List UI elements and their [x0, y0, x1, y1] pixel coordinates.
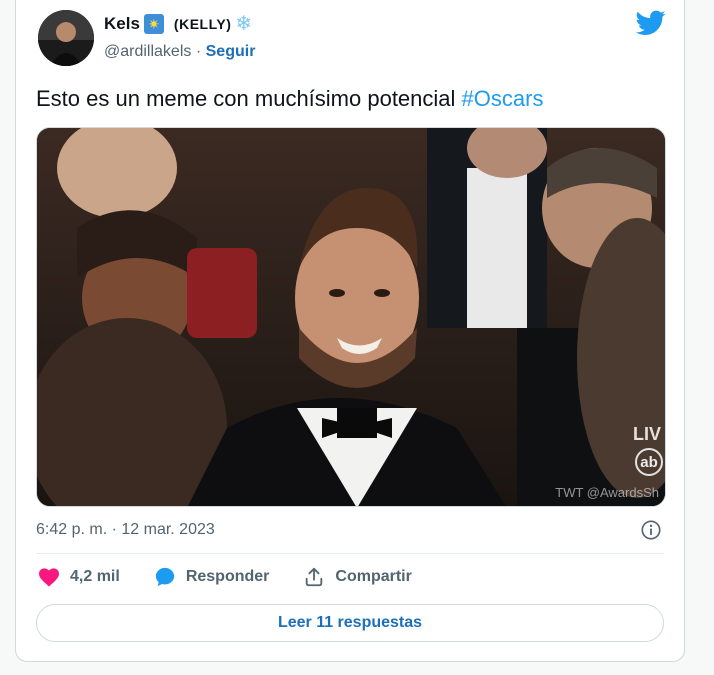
- snowflake-emoji-icon: ❄: [235, 13, 253, 35]
- reply-label: Responder: [185, 568, 270, 585]
- author-name-row: Kels ✷ (KELLY) ❄: [104, 14, 252, 34]
- share-label: Compartir: [335, 568, 412, 585]
- avatar[interactable]: [38, 10, 94, 66]
- like-button[interactable]: 4,2 mil: [38, 567, 120, 587]
- media-watermark: TWT @AwardsSh: [555, 485, 659, 500]
- share-button[interactable]: Compartir: [303, 566, 412, 588]
- share-upload-icon: [306, 567, 323, 587]
- tweet-media-image[interactable]: LIV ab TWT @AwardsSh: [36, 127, 666, 507]
- tweet-actions: 4,2 mil Responder Compartir: [38, 566, 446, 588]
- author-handle[interactable]: @ardillakels: [104, 43, 191, 60]
- live-badge: LIV: [632, 424, 661, 444]
- reply-button[interactable]: Responder: [154, 566, 270, 588]
- hashtag-link[interactable]: #Oscars: [462, 86, 544, 111]
- tweet-timestamp[interactable]: 6:42 p. m. · 12 mar. 2023: [36, 521, 215, 539]
- follow-button[interactable]: Seguir: [206, 43, 256, 60]
- twitter-bird-icon[interactable]: [636, 10, 666, 36]
- read-replies-button[interactable]: Leer 11 respuestas: [36, 604, 664, 642]
- tweet-text: Esto es un meme con muchísimo potencial …: [36, 86, 543, 112]
- sparkle-emoji-icon: ✷: [143, 14, 164, 34]
- tweet-card: Kels ✷ (KELLY) ❄ @ardillakels · Seguir E…: [15, 0, 685, 662]
- divider: [36, 553, 664, 554]
- info-icon[interactable]: [640, 519, 662, 541]
- meme-photo: [37, 128, 665, 506]
- reply-bubble-icon: [155, 567, 174, 587]
- tweet-embed-page: Kels ✷ (KELLY) ❄ @ardillakels · Seguir E…: [0, 0, 714, 675]
- likes-count: 4,2 mil: [70, 568, 120, 585]
- author-name-tag: (KELLY): [173, 16, 232, 32]
- handle-separator: ·: [195, 43, 202, 60]
- network-logo: ab: [635, 448, 663, 476]
- heart-icon: [39, 568, 59, 587]
- tweet-body: Esto es un meme con muchísimo potencial: [36, 86, 462, 111]
- author-display-name[interactable]: Kels: [104, 14, 140, 34]
- author-handle-row: @ardillakels · Seguir: [104, 43, 255, 61]
